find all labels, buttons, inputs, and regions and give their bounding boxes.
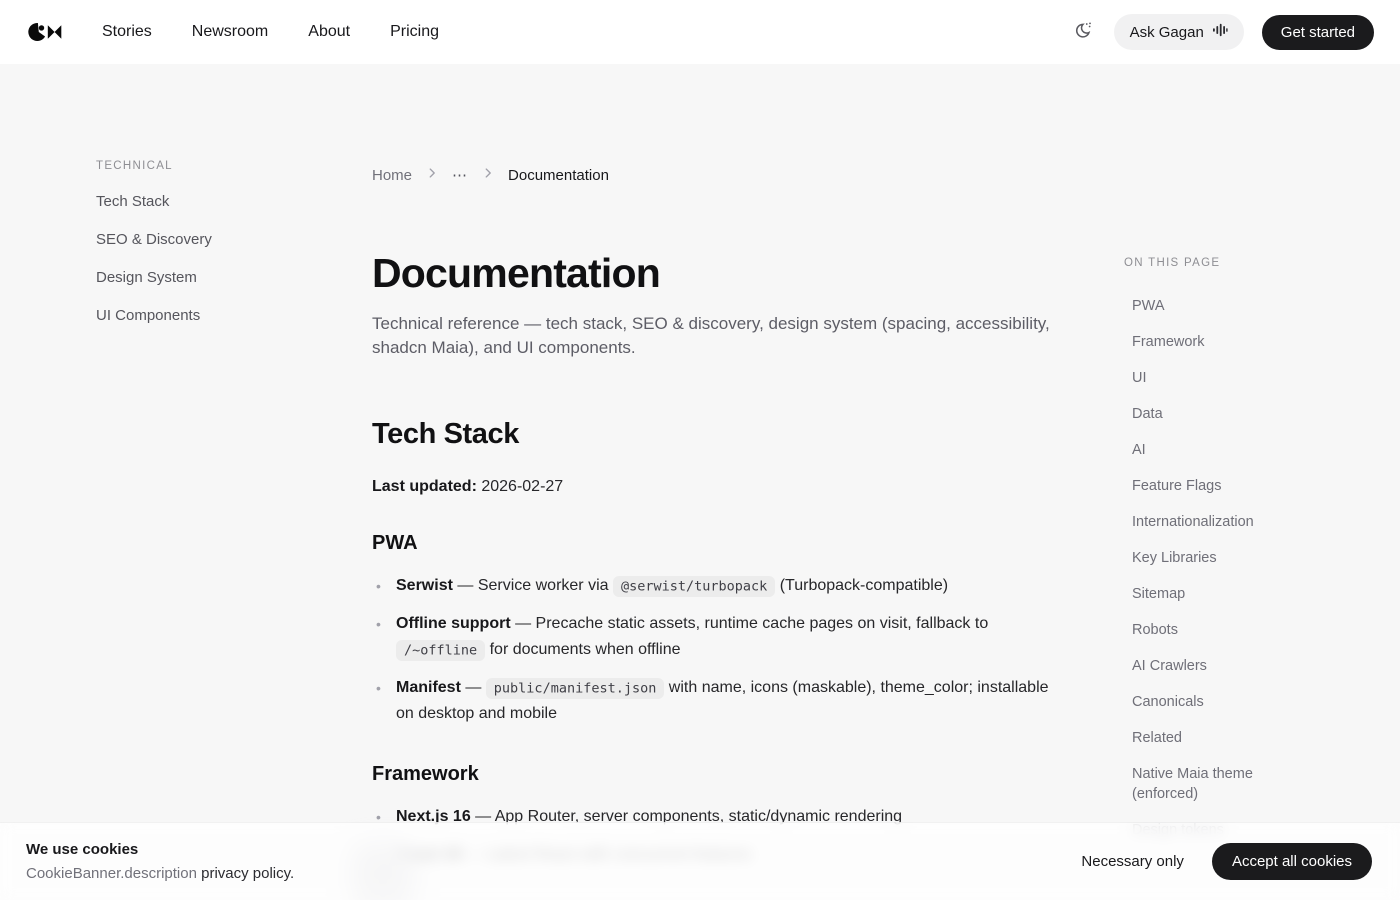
list-item: Offline support — Precache static assets…	[372, 611, 1064, 663]
item-text: (Turbopack-compatible)	[775, 577, 948, 594]
toc-item-feature-flags[interactable]: Feature Flags	[1124, 476, 1274, 496]
item-lead: Manifest	[396, 679, 461, 696]
breadcrumb-home[interactable]: Home	[372, 167, 412, 184]
sidebar-section-label: TECHNICAL	[96, 160, 316, 172]
cookie-banner-description: CookieBanner.description privacy policy.	[26, 865, 294, 882]
toc-item-internationalization[interactable]: Internationalization	[1124, 512, 1274, 532]
chevron-right-icon	[481, 166, 495, 184]
brand-logo[interactable]	[28, 21, 64, 43]
toc-item-related[interactable]: Related	[1124, 728, 1274, 748]
necessary-only-button[interactable]: Necessary only	[1067, 845, 1198, 878]
waveform-icon	[1212, 22, 1228, 42]
heading-framework: Framework	[372, 763, 1064, 786]
main-content: Documentation Technical reference — tech…	[372, 250, 1064, 880]
toc-item-ai[interactable]: AI	[1124, 440, 1274, 460]
toc-item-data[interactable]: Data	[1124, 404, 1274, 424]
moon-sparkle-icon	[1073, 21, 1092, 43]
sidebar-item-ui-components[interactable]: UI Components	[96, 308, 316, 323]
toc-item-framework[interactable]: Framework	[1124, 332, 1274, 352]
pwa-list: Serwist — Service worker via @serwist/tu…	[372, 573, 1064, 727]
heading-tech-stack: Tech Stack	[372, 418, 1064, 451]
item-text: —	[461, 679, 486, 696]
header-actions: Ask Gagan Get started	[1069, 14, 1374, 50]
page-title: Documentation	[372, 250, 1064, 297]
item-text: — Precache static assets, runtime cache …	[511, 615, 989, 632]
theme-toggle-button[interactable]	[1069, 17, 1096, 47]
toc-item-pwa[interactable]: PWA	[1124, 296, 1274, 316]
item-lead: Offline support	[396, 615, 511, 632]
toc-item-sitemap[interactable]: Sitemap	[1124, 584, 1274, 604]
brand-logo-icon	[28, 21, 64, 43]
last-updated-value: 2026-02-27	[481, 478, 563, 495]
cookie-banner-actions: Necessary only Accept all cookies	[1067, 843, 1372, 880]
page-subtitle: Technical reference — tech stack, SEO & …	[372, 312, 1064, 360]
ask-gagan-button[interactable]: Ask Gagan	[1114, 14, 1244, 50]
chevron-right-icon	[425, 166, 439, 184]
on-this-page-toc: ON THIS PAGE PWA Framework UI Data AI Fe…	[1124, 257, 1274, 856]
toc-item-ai-crawlers[interactable]: AI Crawlers	[1124, 656, 1274, 676]
accept-all-cookies-button[interactable]: Accept all cookies	[1212, 843, 1372, 880]
privacy-policy-link[interactable]: privacy policy	[201, 865, 290, 882]
item-text: — Service worker via	[453, 577, 613, 594]
toc-item-canonicals[interactable]: Canonicals	[1124, 692, 1274, 712]
nav-item-about[interactable]: About	[308, 23, 350, 41]
toc-item-ui[interactable]: UI	[1124, 368, 1274, 388]
heading-pwa: PWA	[372, 532, 1064, 555]
primary-nav: Stories Newsroom About Pricing	[102, 23, 439, 41]
toc-item-native-maia-theme[interactable]: Native Maia theme (enforced)	[1124, 764, 1274, 804]
breadcrumb-current: Documentation	[508, 167, 609, 184]
sidebar-item-design-system[interactable]: Design System	[96, 270, 316, 285]
nav-item-pricing[interactable]: Pricing	[390, 23, 439, 41]
toc-list: PWA Framework UI Data AI Feature Flags I…	[1124, 296, 1274, 840]
list-item: Manifest — public/manifest.json with nam…	[372, 675, 1064, 727]
list-item: Serwist — Service worker via @serwist/tu…	[372, 573, 1064, 599]
nav-item-stories[interactable]: Stories	[102, 23, 152, 41]
last-updated: Last updated: 2026-02-27	[372, 478, 1064, 496]
nav-item-newsroom[interactable]: Newsroom	[192, 23, 268, 41]
get-started-button[interactable]: Get started	[1262, 15, 1374, 50]
code-chip: public/manifest.json	[486, 678, 665, 699]
cookie-description-suffix: .	[290, 865, 294, 882]
toc-label: ON THIS PAGE	[1124, 257, 1274, 269]
cookie-banner: We use cookies CookieBanner.description …	[0, 822, 1400, 900]
toc-item-key-libraries[interactable]: Key Libraries	[1124, 548, 1274, 568]
item-text: for documents when offline	[485, 641, 680, 658]
toc-item-robots[interactable]: Robots	[1124, 620, 1274, 640]
ask-gagan-label: Ask Gagan	[1130, 24, 1204, 41]
code-chip: @serwist/turbopack	[613, 576, 775, 597]
page: Stories Newsroom About Pricing Ask Gagan	[0, 0, 1400, 900]
sidebar-item-seo-discovery[interactable]: SEO & Discovery	[96, 232, 316, 247]
cookie-description-text: CookieBanner.description	[26, 865, 201, 882]
cookie-banner-title: We use cookies	[26, 841, 294, 858]
cookie-banner-text: We use cookies CookieBanner.description …	[26, 841, 294, 882]
breadcrumb: Home ⋯ Documentation	[372, 166, 609, 184]
last-updated-label: Last updated:	[372, 478, 477, 495]
top-navigation-bar: Stories Newsroom About Pricing Ask Gagan	[0, 0, 1400, 64]
breadcrumb-ellipsis-button[interactable]: ⋯	[452, 166, 468, 184]
code-chip: /~offline	[396, 640, 485, 661]
sidebar-item-tech-stack[interactable]: Tech Stack	[96, 194, 316, 209]
sidebar-list: Tech Stack SEO & Discovery Design System…	[96, 194, 316, 323]
item-lead: Serwist	[396, 577, 453, 594]
left-sidebar: TECHNICAL Tech Stack SEO & Discovery Des…	[96, 160, 316, 346]
